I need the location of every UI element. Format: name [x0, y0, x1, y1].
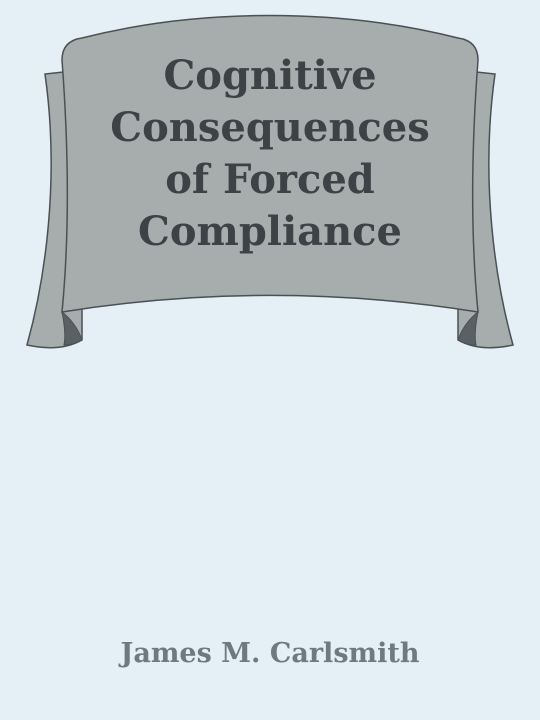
title-line: Consequences: [110, 104, 430, 151]
book-title: Cognitive Consequences of Forced Complia…: [70, 50, 470, 258]
author-name: James M. Carlsmith: [120, 638, 420, 669]
title-line: of Forced: [165, 156, 375, 203]
title-line: Cognitive: [163, 52, 377, 99]
book-cover: Cognitive Consequences of Forced Complia…: [0, 0, 540, 720]
title-line: Compliance: [137, 208, 402, 255]
